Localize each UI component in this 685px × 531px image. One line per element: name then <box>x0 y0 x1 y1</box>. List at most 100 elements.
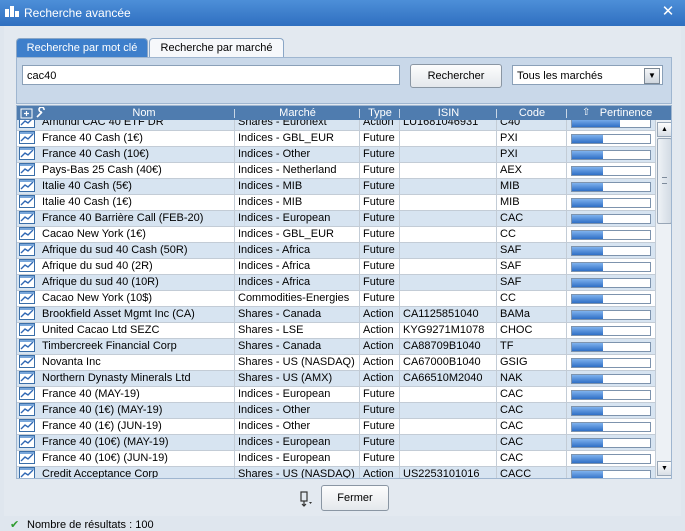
chart-icon[interactable] <box>17 195 39 210</box>
relevance-bar-fill <box>572 135 603 143</box>
scroll-up-icon[interactable]: ▲ <box>657 122 671 137</box>
table-row[interactable]: Cacao New York (10$) Commodities-Energies… <box>17 291 655 307</box>
table-row[interactable]: Afrique du sud 40 (10R) Indices - Africa F… <box>17 275 655 291</box>
table-row[interactable]: Afrique du sud 40 (2R) Indices - Africa Fu… <box>17 259 655 275</box>
chart-icon[interactable] <box>17 120 39 130</box>
chart-icon[interactable] <box>17 163 39 178</box>
cell-nom: France 40 (1€) (MAY-19) <box>39 403 235 418</box>
tool-icon[interactable] <box>297 490 315 508</box>
cell-pertinence <box>567 163 655 178</box>
chart-icon[interactable] <box>17 211 39 226</box>
table-row[interactable]: Italie 40 Cash (5€) Indices - MIB Future MI… <box>17 179 655 195</box>
chart-icon[interactable] <box>17 403 39 418</box>
cell-pertinence <box>567 227 655 242</box>
cell-type: Future <box>360 147 400 162</box>
cell-code: SAF <box>497 259 567 274</box>
tab-keyword-search[interactable]: Recherche par mot clé <box>16 38 148 58</box>
chart-icon[interactable] <box>17 339 39 354</box>
cell-marche: Indices - Netherland <box>235 163 360 178</box>
chart-icon[interactable] <box>17 179 39 194</box>
cell-marche: Indices - Other <box>235 147 360 162</box>
relevance-bar-fill <box>572 120 620 127</box>
cell-isin <box>400 179 497 194</box>
cell-isin: CA1125851040 <box>400 307 497 322</box>
table-row[interactable]: France 40 (1€) (JUN-19) Indices - Other Fu… <box>17 419 655 435</box>
relevance-bar-fill <box>572 455 603 463</box>
chart-icon[interactable] <box>17 307 39 322</box>
table-row[interactable]: Credit Acceptance Corp Shares - US (NASDA… <box>17 467 655 478</box>
wrench-icon[interactable] <box>35 107 47 119</box>
table-row[interactable]: Afrique du sud 40 Cash (50R) Indices - Af… <box>17 243 655 259</box>
column-header-marche[interactable]: Marché <box>235 106 360 120</box>
column-header-code[interactable]: Code <box>497 106 567 120</box>
close-button[interactable]: Fermer <box>321 485 389 511</box>
chart-icon[interactable] <box>17 259 39 274</box>
table-row[interactable]: Northern Dynasty Minerals Ltd Shares - US… <box>17 371 655 387</box>
tab-market-search[interactable]: Recherche par marché <box>149 38 284 58</box>
relevance-bar <box>571 214 651 224</box>
cell-pertinence <box>567 387 655 402</box>
add-column-icon[interactable] <box>20 107 33 119</box>
close-icon[interactable]: ✕ <box>660 4 676 20</box>
chart-icon[interactable] <box>17 451 39 466</box>
cell-type: Future <box>360 387 400 402</box>
table-row[interactable]: Amundi CAC 40 ETF DR Shares - Euronext Act… <box>17 120 655 131</box>
column-header-pertinence[interactable]: Pertinence <box>589 106 663 120</box>
table-row[interactable]: France 40 (MAY-19) Indices - European Futu… <box>17 387 655 403</box>
search-button[interactable]: Rechercher <box>410 64 502 88</box>
cell-code: TF <box>497 339 567 354</box>
chevron-down-icon[interactable]: ▼ <box>644 68 660 84</box>
chart-icon[interactable] <box>17 467 39 478</box>
relevance-bar-fill <box>572 423 603 431</box>
column-header-isin[interactable]: ISIN <box>400 106 497 120</box>
column-header-nom[interactable]: Nom <box>49 106 239 120</box>
chart-icon[interactable] <box>17 291 39 306</box>
column-header-type[interactable]: Type <box>360 106 400 120</box>
table-row[interactable]: Pays-Bas 25 Cash (40€) Indices - Netherla… <box>17 163 655 179</box>
table-row[interactable]: France 40 (1€) (MAY-19) Indices - Other Fu… <box>17 403 655 419</box>
table-row[interactable]: France 40 (10€) (JUN-19) Indices - Europe… <box>17 451 655 467</box>
relevance-bar <box>571 422 651 432</box>
column-separator[interactable] <box>566 109 567 118</box>
cell-marche: Shares - LSE <box>235 323 360 338</box>
chart-icon[interactable] <box>17 227 39 242</box>
chart-icon[interactable] <box>17 131 39 146</box>
table-row[interactable]: United Cacao Ltd SEZC Shares - LSE Action K… <box>17 323 655 339</box>
market-select[interactable]: Tous les marchés ▼ <box>512 65 663 85</box>
cell-isin <box>400 259 497 274</box>
chart-icon[interactable] <box>17 275 39 290</box>
scrollbar-thumb[interactable] <box>657 138 671 224</box>
relevance-bar <box>571 470 651 478</box>
chart-icon[interactable] <box>17 435 39 450</box>
chart-icon[interactable] <box>17 371 39 386</box>
cell-type: Action <box>360 467 400 478</box>
table-row[interactable]: Italie 40 Cash (1€) Indices - MIB Future MI… <box>17 195 655 211</box>
table-row[interactable]: France 40 Cash (1€) Indices - GBL_EUR Futu… <box>17 131 655 147</box>
table-row[interactable]: France 40 Barrière Call (FEB-20) Indices … <box>17 211 655 227</box>
table-row[interactable]: Cacao New York (1€) Indices - GBL_EUR Futu… <box>17 227 655 243</box>
table-row[interactable]: Brookfield Asset Mgmt Inc (CA) Shares - C… <box>17 307 655 323</box>
chart-icon[interactable] <box>17 387 39 402</box>
relevance-bar <box>571 262 651 272</box>
table-row[interactable]: Timbercreek Financial Corp Shares - Canad… <box>17 339 655 355</box>
cell-nom: Cacao New York (10$) <box>39 291 235 306</box>
chart-icon[interactable] <box>17 323 39 338</box>
cell-marche: Shares - Euronext <box>235 120 360 130</box>
vertical-scrollbar[interactable]: ▲ ▼ <box>655 120 671 478</box>
relevance-bar <box>571 294 651 304</box>
cell-code: CHOC <box>497 323 567 338</box>
table-row[interactable]: France 40 (10€) (MAY-19) Indices - Europe… <box>17 435 655 451</box>
chart-icon[interactable] <box>17 147 39 162</box>
relevance-bar-fill <box>572 151 603 159</box>
scroll-down-icon[interactable]: ▼ <box>657 461 671 476</box>
relevance-bar-fill <box>572 391 603 399</box>
chart-icon[interactable] <box>17 419 39 434</box>
table-row[interactable]: Novanta Inc Shares - US (NASDAQ) Action CA6… <box>17 355 655 371</box>
cell-isin <box>400 227 497 242</box>
chart-icon[interactable] <box>17 355 39 370</box>
search-input[interactable]: cac40 <box>22 65 400 85</box>
table-row[interactable]: France 40 Cash (10€) Indices - Other Futur… <box>17 147 655 163</box>
cell-nom: France 40 (10€) (JUN-19) <box>39 451 235 466</box>
chart-icon[interactable] <box>17 243 39 258</box>
relevance-bar-fill <box>572 327 603 335</box>
